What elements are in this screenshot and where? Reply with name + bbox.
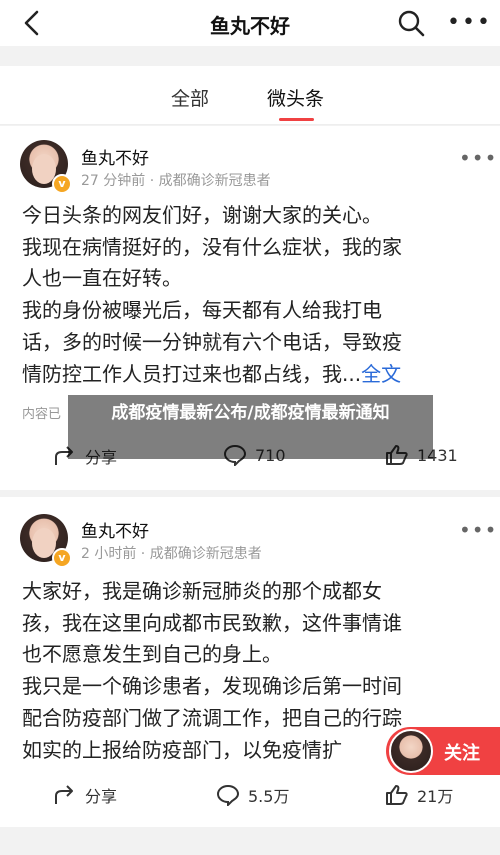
share-icon — [55, 785, 73, 804]
like-count: 21万 — [417, 787, 454, 806]
post-line: 我只是一个确诊患者，发现确诊后第一时间 — [22, 674, 402, 699]
tab-all[interactable]: 全部 — [171, 84, 209, 111]
post-line: 也不愿意发生到自己的身上。 — [22, 642, 282, 667]
post-body[interactable]: 今日头条的网友们好，谢谢大家的关心。 我现在病情挺好的，没有什么症状，我的家 人… — [22, 200, 480, 390]
post-meta: 2 小时前 · 成都确诊新冠患者 — [81, 546, 262, 562]
search-icon[interactable] — [396, 8, 426, 38]
post-meta: 27 分钟前 · 成都确诊新冠患者 — [81, 173, 271, 189]
verified-badge-icon: v — [52, 548, 72, 568]
post-line: 孩，我在这里向成都市民致歉，这件事情谁 — [22, 610, 402, 635]
full-text-link[interactable]: 全文 — [361, 362, 401, 386]
comment-count: 5.5万 — [248, 787, 290, 806]
like-button[interactable]: 21万 — [385, 783, 453, 807]
comment-icon — [216, 784, 240, 806]
share-button[interactable]: 分享 — [53, 783, 117, 807]
follow-button[interactable]: 关注 — [386, 727, 500, 775]
author-name[interactable]: 鱼丸不好 — [81, 144, 149, 169]
avatar — [389, 729, 433, 773]
post-more-icon[interactable]: ••• — [459, 518, 497, 542]
post-line: 大家好，我是确诊新冠肺炎的那个成都女 — [22, 579, 382, 603]
post-line: 话，多的时候一分钟就有六个电话，导致疫 — [22, 329, 402, 354]
tab-micro-headlines[interactable]: 微头条 — [267, 84, 324, 111]
content-tabs: 全部 微头条 — [0, 66, 500, 125]
post-line: 我的身份被曝光后，每天都有人给我打电 — [22, 298, 382, 323]
caption-overlay: 成都疫情最新公布/成都疫情最新通知 — [68, 395, 433, 459]
post-more-icon[interactable]: ••• — [459, 146, 497, 170]
follow-label: 关注 — [444, 743, 480, 764]
top-nav-bar: 鱼丸不好 ••• — [0, 0, 500, 46]
active-tab-indicator — [279, 118, 314, 121]
comment-button[interactable]: 5.5万 — [216, 783, 289, 807]
post-line: 情防控工作人员打过来也都占线，我... — [22, 361, 362, 386]
thumbs-up-icon — [386, 785, 408, 805]
verified-badge-icon: v — [52, 174, 72, 194]
post-line: 我现在病情挺好的，没有什么症状，我的家 — [22, 234, 402, 259]
share-label: 分享 — [85, 787, 118, 806]
post-card[interactable]: v 鱼丸不好 2 小时前 · 成都确诊新冠患者 ••• 大家好，我是确诊新冠肺炎… — [0, 497, 500, 827]
post-line: 人也一直在好转。 — [22, 266, 182, 291]
author-name[interactable]: 鱼丸不好 — [81, 517, 149, 542]
content-hint: 内容已 — [22, 407, 62, 422]
more-options-icon[interactable]: ••• — [447, 12, 492, 34]
post-line: 今日头条的网友们好，谢谢大家的关心。 — [22, 203, 382, 227]
